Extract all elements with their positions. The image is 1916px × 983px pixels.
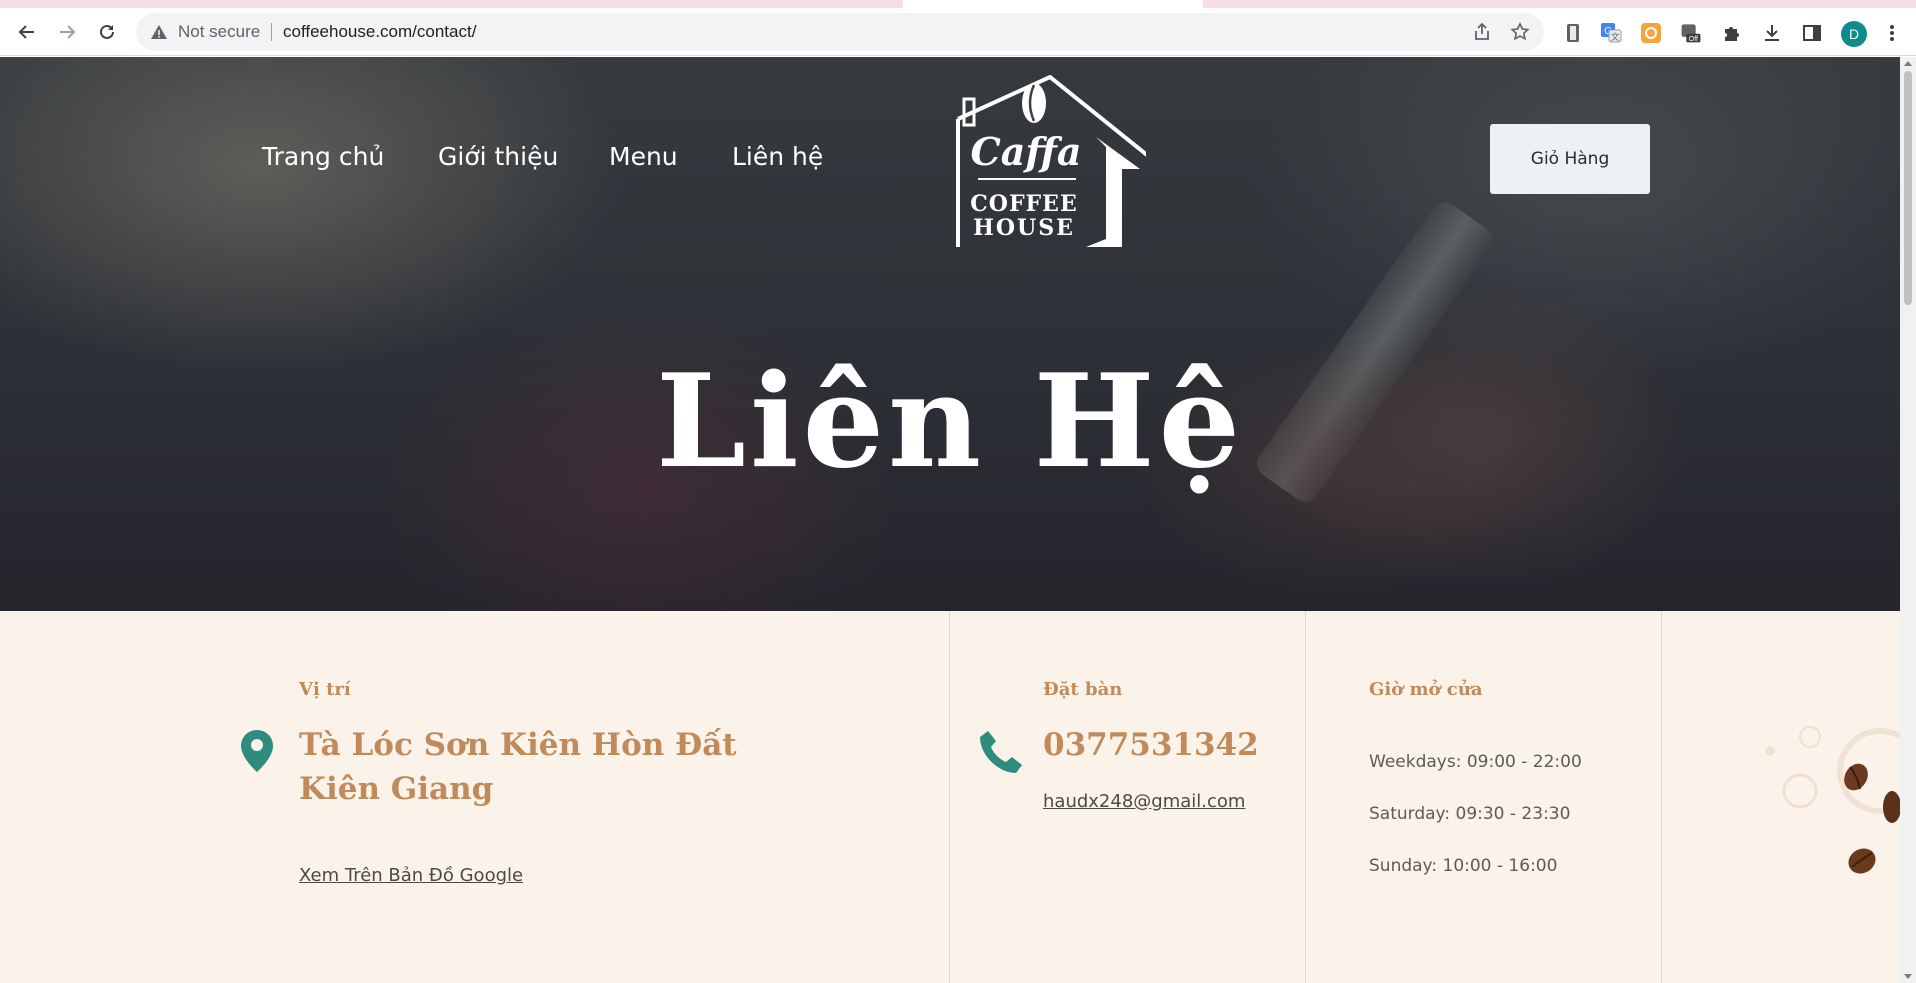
security-label[interactable]: Not secure [178,22,260,42]
scroll-up-icon[interactable] [1904,61,1912,66]
page-viewport: Trang chủ Giới thiệu Menu Liên hệ Caffa … [0,57,1900,983]
svg-text:Off: Off [1689,36,1698,43]
phone-icon [980,731,1022,773]
svg-text:文: 文 [1610,31,1619,42]
address-bar[interactable]: Not secure coffeehouse.com/contact/ [136,13,1544,51]
url-text[interactable]: coffeehouse.com/contact/ [283,22,476,42]
location-label: Vị trí [299,679,351,700]
google-translate-icon[interactable]: G文 [1600,22,1622,44]
nav-about[interactable]: Giới thiệu [438,142,558,171]
svg-text:Caffa: Caffa [971,129,1082,174]
browser-toolbar: Not secure coffeehouse.com/contact/ G文 O… [0,8,1916,56]
download-icon[interactable] [1761,22,1783,44]
forward-icon[interactable] [51,16,83,48]
phone-number[interactable]: 0377531342 [1043,723,1259,767]
address-line-1: Tà Lóc Sơn Kiên Hòn Đất [299,727,737,763]
email-link[interactable]: haudx248@gmail.com [1043,791,1245,812]
extension-phone-icon[interactable] [1562,22,1584,44]
tab-strip [0,0,1916,8]
nav-contact[interactable]: Liên hệ [732,142,823,171]
omnibox-divider [271,23,272,41]
scroll-down-icon[interactable] [1904,974,1912,979]
svg-text:HOUSE: HOUSE [973,215,1075,241]
hours-sunday: Sunday: 10:00 - 16:00 [1369,856,1558,876]
address-line-2: Kiên Giang [299,771,494,807]
divider-1 [949,611,950,983]
extensions-puzzle-icon[interactable] [1721,22,1743,44]
hours-saturday: Saturday: 09:30 - 23:30 [1369,804,1571,824]
booking-label: Đặt bàn [1043,679,1123,700]
hours-weekdays: Weekdays: 09:00 - 22:00 [1369,752,1582,772]
scrollbar-thumb[interactable] [1904,71,1912,305]
nav-menu[interactable]: Menu [609,142,678,171]
nav-home[interactable]: Trang chủ [262,142,384,171]
page-title: Liên Hệ [655,347,1245,497]
back-icon[interactable] [11,16,43,48]
share-icon[interactable] [1472,22,1492,42]
svg-text:COFFEE: COFFEE [970,191,1077,217]
warning-icon [151,25,167,39]
divider-2 [1305,611,1306,983]
coffee-house-logo[interactable]: Caffa COFFEE HOUSE [946,75,1146,247]
cart-button[interactable]: Giỏ Hàng [1490,124,1650,194]
google-map-link[interactable]: Xem Trên Bản Đồ Google [299,865,523,886]
coffee-beans-decoration [1765,726,1900,874]
browser-menu-icon[interactable] [1881,22,1903,44]
extension-orange-icon[interactable] [1640,22,1662,44]
page-scrollbar[interactable] [1900,57,1916,983]
side-panel-icon[interactable] [1801,22,1823,44]
profile-avatar[interactable]: D [1841,21,1867,47]
contact-info-section: Vị trí Tà Lóc Sơn Kiên Hòn Đất Kiên Gian… [0,611,1900,983]
bookmark-star-icon[interactable] [1510,22,1530,42]
reload-icon[interactable] [91,16,123,48]
hero-section: Trang chủ Giới thiệu Menu Liên hệ Caffa … [0,57,1900,611]
divider-3 [1661,611,1662,983]
extension-off-icon[interactable]: Off [1680,22,1702,44]
hours-label: Giờ mở cửa [1369,679,1483,700]
location-pin-icon [241,730,273,772]
